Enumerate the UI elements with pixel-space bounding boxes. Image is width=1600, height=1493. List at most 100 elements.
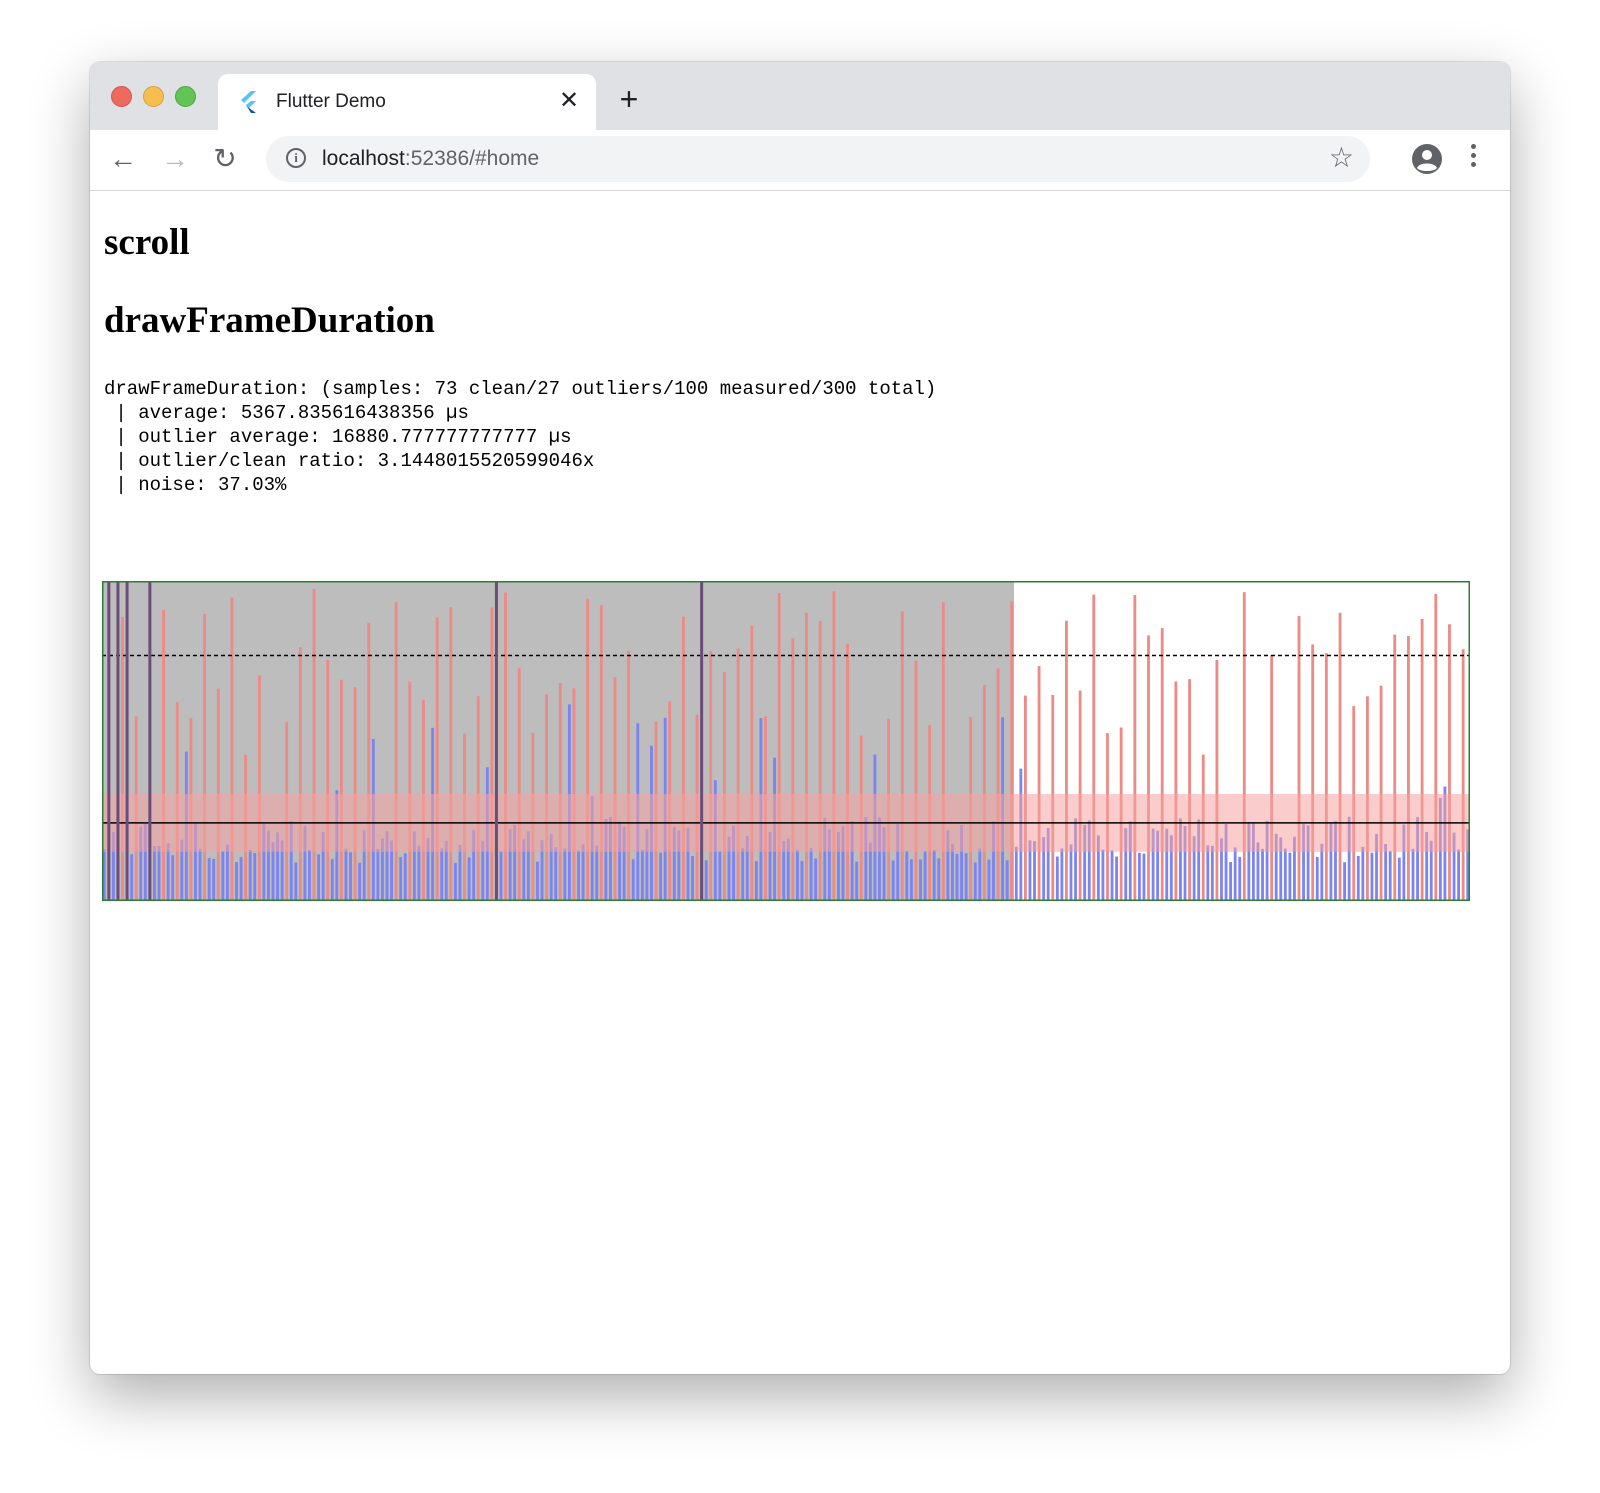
outlier-bar <box>914 660 918 901</box>
clean-bar <box>1283 848 1287 901</box>
browser-tab[interactable]: Flutter Demo ✕ <box>218 74 596 130</box>
outlier-bar <box>339 679 343 901</box>
outlier-bar <box>1297 616 1301 901</box>
clean-bar <box>440 848 444 901</box>
address-bar[interactable]: i localhost:52386/#home ☆ <box>266 136 1370 182</box>
clean-bar <box>1411 848 1415 901</box>
clean-bar <box>1388 851 1392 901</box>
outlier-bar <box>1133 595 1137 901</box>
outlier-bar <box>723 672 726 901</box>
clean-bar <box>937 858 941 901</box>
clean-bar <box>221 851 225 901</box>
outlier-bar <box>627 650 631 901</box>
duration-chart <box>102 581 1470 901</box>
clean-bar <box>1356 855 1360 901</box>
stats-ratio-line: | outlier/clean ratio: 3.144801552059904… <box>104 450 595 472</box>
clean-bar <box>1055 856 1059 901</box>
outlier-bar <box>586 598 590 901</box>
more-menu-icon[interactable] <box>1468 144 1478 174</box>
minimize-window-button[interactable] <box>143 86 164 107</box>
outlier-bar <box>257 675 261 901</box>
outlier-bar <box>599 605 603 901</box>
flutter-logo-icon <box>241 91 256 113</box>
clean-bar <box>691 856 694 901</box>
clean-bar <box>453 862 457 901</box>
duration-chart-svg <box>102 581 1470 901</box>
clean-bar <box>1315 856 1319 901</box>
clean-bar <box>955 853 959 901</box>
clean-bar <box>1142 853 1146 901</box>
clean-bar <box>554 847 558 901</box>
outlier-bar <box>941 602 945 901</box>
clean-bar <box>909 859 913 901</box>
clean-bar <box>1206 845 1210 901</box>
outlier-bar <box>818 621 822 901</box>
clean-bar <box>1261 848 1264 901</box>
clean-bar <box>467 857 471 901</box>
clean-bar <box>987 859 991 901</box>
clean-bar <box>1005 860 1009 901</box>
clean-bar <box>659 852 663 901</box>
site-info-icon[interactable]: i <box>286 148 306 168</box>
clean-bar <box>317 854 321 901</box>
outlier-bar <box>1311 644 1315 901</box>
browser-toolbar: ← → ↻ i localhost:52386/#home ☆ <box>90 130 1510 191</box>
outlier-bar <box>1270 655 1274 901</box>
clean-bar <box>358 862 362 901</box>
clean-bar <box>855 861 859 901</box>
outlier-bar <box>1092 594 1096 901</box>
zoom-window-button[interactable] <box>175 86 196 107</box>
bookmark-star-icon[interactable]: ☆ <box>1329 143 1354 173</box>
account-icon[interactable] <box>1410 142 1444 176</box>
outlier-bar <box>777 593 781 901</box>
outlier-bar <box>982 684 986 901</box>
clean-bar <box>814 858 818 901</box>
outlier-bar <box>736 648 740 901</box>
warmup-region <box>102 581 1014 901</box>
outlier-bar <box>1037 665 1041 901</box>
clean-bar <box>891 860 895 901</box>
outlier-bar <box>504 592 507 901</box>
metric-heading: drawFrameDuration <box>104 300 435 341</box>
clean-bar <box>294 862 298 901</box>
clean-bar <box>631 859 635 901</box>
clean-bar <box>923 851 927 901</box>
clean-bar <box>581 844 585 901</box>
clean-bar <box>951 844 954 901</box>
clean-bar <box>741 848 745 901</box>
clean-bar <box>1014 846 1018 901</box>
browser-window: Flutter Demo ✕ + ← → ↻ i localhost:52386… <box>90 62 1510 1374</box>
outlier-bar <box>435 617 439 901</box>
url-text[interactable]: localhost:52386/#home <box>322 147 539 171</box>
clean-bar <box>458 845 462 901</box>
clean-bar <box>795 849 799 901</box>
outlier-bar <box>1448 624 1451 901</box>
close-window-button[interactable] <box>111 86 132 107</box>
outlier-bar <box>1407 636 1410 901</box>
new-tab-button[interactable]: + <box>614 83 644 115</box>
clean-bar <box>417 845 421 901</box>
page-title: scroll <box>104 222 190 263</box>
clean-bar <box>399 857 403 901</box>
clean-bar <box>1397 857 1401 901</box>
clean-bar <box>157 846 161 901</box>
reload-icon[interactable]: ↻ <box>208 142 242 176</box>
outlier-bar <box>121 617 124 901</box>
clean-bar <box>718 851 722 901</box>
outlier-bar <box>709 650 713 901</box>
outlier-bar <box>1174 681 1178 901</box>
outlier-bar <box>1188 679 1191 901</box>
outlier-bar <box>230 597 234 901</box>
tab-close-icon[interactable]: ✕ <box>556 88 582 114</box>
outlier-bar <box>162 609 165 901</box>
clean-bar <box>235 862 238 901</box>
clean-bar <box>1370 852 1374 901</box>
outlier-bar <box>1379 685 1383 901</box>
back-arrow-icon[interactable]: ← <box>106 142 140 176</box>
clean-bar <box>225 844 229 901</box>
clean-bar <box>349 852 352 901</box>
forward-arrow-icon[interactable]: → <box>158 142 192 176</box>
clean-bar <box>1110 850 1114 901</box>
clean-bar <box>536 861 539 901</box>
clean-bar <box>577 850 580 901</box>
